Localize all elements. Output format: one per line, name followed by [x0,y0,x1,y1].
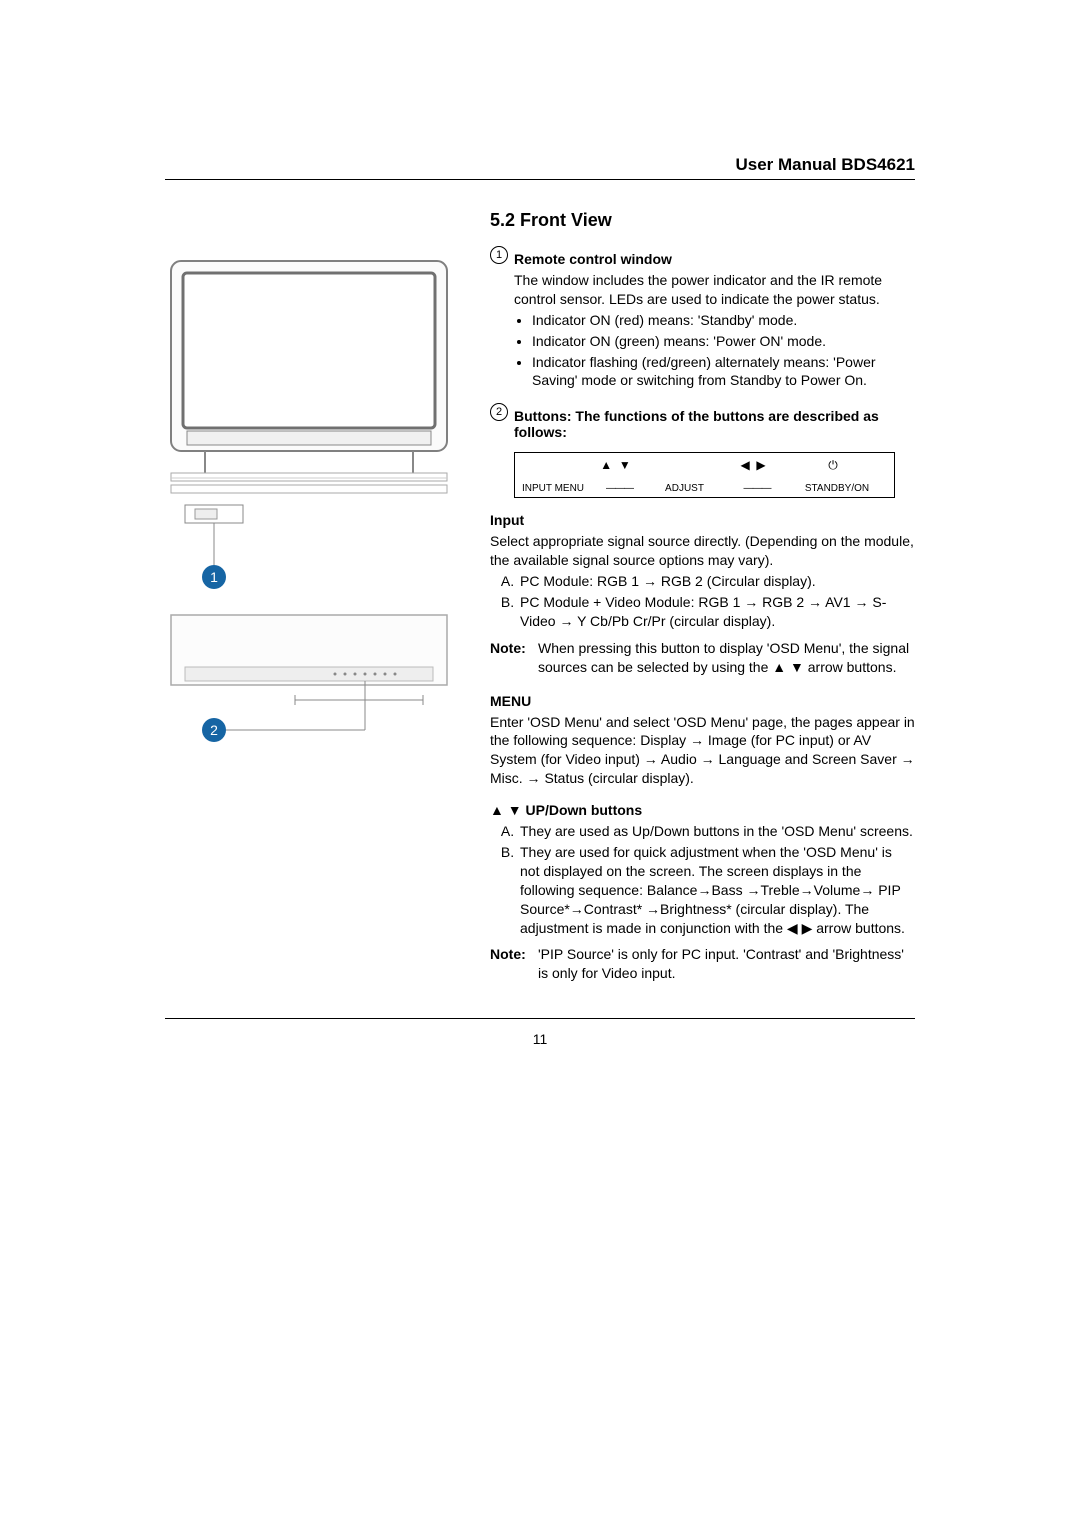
connector-line: ——— [717,483,797,494]
input-heading: Input [490,512,915,528]
note-text: 'PIP Source' is only for PC input. 'Cont… [538,945,915,983]
remote-control-intro: The window includes the power indicator … [514,271,915,309]
menu-heading: MENU [490,693,915,709]
indicator-list: Indicator ON (red) means: 'Standby' mode… [514,311,915,391]
remote-control-heading: Remote control window [514,251,915,267]
header-title: User Manual BDS4621 [165,155,915,179]
note-label: Note: [490,945,538,983]
menu-label: MENU [555,483,584,494]
input-note: Note: When pressing this button to displ… [490,639,915,677]
svg-text:1: 1 [210,569,218,585]
standby-label: STANDBY/ON [797,483,877,494]
front-view-figure: 1 [165,255,455,760]
updown-heading: ▲ ▼ UP/Down buttons [490,802,915,818]
input-intro: Select appropriate signal source directl… [490,532,915,570]
page-number: 11 [533,1031,548,1047]
list-item: Indicator ON (green) means: 'Power ON' m… [532,332,915,351]
list-item: They are used for quick adjustment when … [518,843,915,937]
list-item: PC Module + Video Module: RGB 1 → RGB 2 … [518,593,915,631]
updown-note: Note: 'PIP Source' is only for PC input.… [490,945,915,983]
note-text: When pressing this button to display 'OS… [538,639,915,677]
buttons-heading: Buttons: The functions of the buttons ar… [514,408,915,440]
section-heading: 5.2 Front View [490,210,915,231]
up-down-icons: ▲ ▼ [583,458,648,473]
list-item: They are used as Up/Down buttons in the … [518,822,915,841]
svg-text:2: 2 [210,722,218,738]
adjust-label: ADJUST [652,483,717,494]
callout-number-2: 2 [490,403,508,421]
input-options-list: PC Module: RGB 1 → RGB 2 (Circular displ… [490,572,915,631]
menu-text: Enter 'OSD Menu' and select 'OSD Menu' p… [490,713,915,789]
connector-line: ——— [587,483,652,494]
button-panel-diagram: ▲ ▼ ◀ ▶ ⏻ INPUT MENU ——— ADJUST ——— STAN… [514,452,895,498]
note-label: Note: [490,639,538,677]
left-right-icons: ◀ ▶ [713,458,793,473]
power-icon: ⏻ [793,458,873,473]
input-label: INPUT [522,483,552,494]
list-item: Indicator ON (red) means: 'Standby' mode… [532,311,915,330]
list-item: PC Module: RGB 1 → RGB 2 (Circular displ… [518,572,915,591]
updown-list: They are used as Up/Down buttons in the … [490,822,915,937]
list-item: Indicator flashing (red/green) alternate… [532,353,915,391]
callout-number-1: 1 [490,246,508,264]
